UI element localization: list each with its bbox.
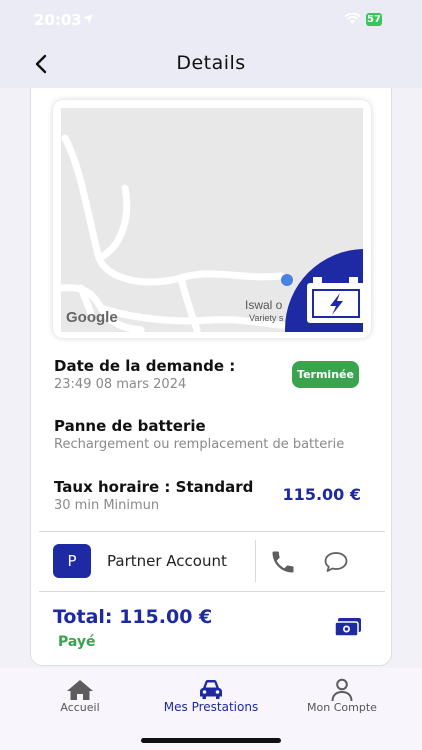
map-canvas[interactable]: Iswal o Variety s Google bbox=[61, 108, 363, 332]
header: Details bbox=[0, 40, 422, 88]
cash-icon[interactable] bbox=[333, 616, 363, 638]
home-icon bbox=[67, 680, 93, 700]
battery-service-marker-icon[interactable] bbox=[285, 249, 363, 332]
car-icon bbox=[200, 680, 222, 699]
rate-price: 115.00 € bbox=[282, 485, 361, 504]
tab-mon-compte[interactable]: Mon Compte bbox=[272, 668, 412, 724]
map-place-sub: Variety s bbox=[249, 313, 284, 323]
details-card: Iswal o Variety s Google Date de la dema… bbox=[30, 88, 392, 666]
chat-bubble-icon[interactable] bbox=[323, 550, 349, 574]
service-description: Rechargement ou remplacement de batterie bbox=[54, 437, 345, 452]
partner-avatar: P bbox=[53, 544, 91, 578]
google-logo: Google bbox=[66, 309, 118, 326]
request-date-value: 23:49 08 mars 2024 bbox=[54, 377, 187, 392]
payment-status: Payé bbox=[58, 634, 96, 650]
vertical-divider bbox=[255, 540, 256, 582]
wifi-icon bbox=[344, 13, 361, 24]
divider bbox=[39, 591, 385, 592]
total-amount: Total: 115.00 € bbox=[53, 606, 213, 628]
tab-label: Mon Compte bbox=[307, 701, 377, 714]
tab-mes-prestations[interactable]: Mes Prestations bbox=[141, 668, 281, 724]
tab-accueil[interactable]: Accueil bbox=[10, 668, 150, 724]
rate-label: Taux horaire : Standard bbox=[54, 478, 254, 496]
location-arrow-icon bbox=[83, 14, 93, 24]
status-badge: Terminée bbox=[292, 361, 359, 388]
page-title: Details bbox=[176, 52, 246, 74]
status-bar: 20:03 57 bbox=[0, 0, 422, 40]
divider bbox=[39, 531, 385, 532]
phone-icon[interactable] bbox=[269, 548, 297, 576]
rate-minimum: 30 min Minimun bbox=[54, 498, 160, 513]
status-time: 20:03 bbox=[34, 11, 82, 29]
map-place-name: Iswal o bbox=[245, 298, 283, 312]
map-view[interactable]: Iswal o Variety s Google bbox=[53, 100, 371, 338]
request-date-label: Date de la demande : bbox=[54, 357, 236, 375]
home-indicator bbox=[141, 738, 281, 743]
person-icon bbox=[331, 678, 353, 702]
service-title: Panne de batterie bbox=[54, 417, 206, 435]
tab-label: Accueil bbox=[60, 701, 100, 714]
partner-name: Partner Account bbox=[107, 552, 227, 570]
battery-icon: 57 bbox=[366, 13, 382, 26]
tab-label: Mes Prestations bbox=[163, 700, 259, 714]
